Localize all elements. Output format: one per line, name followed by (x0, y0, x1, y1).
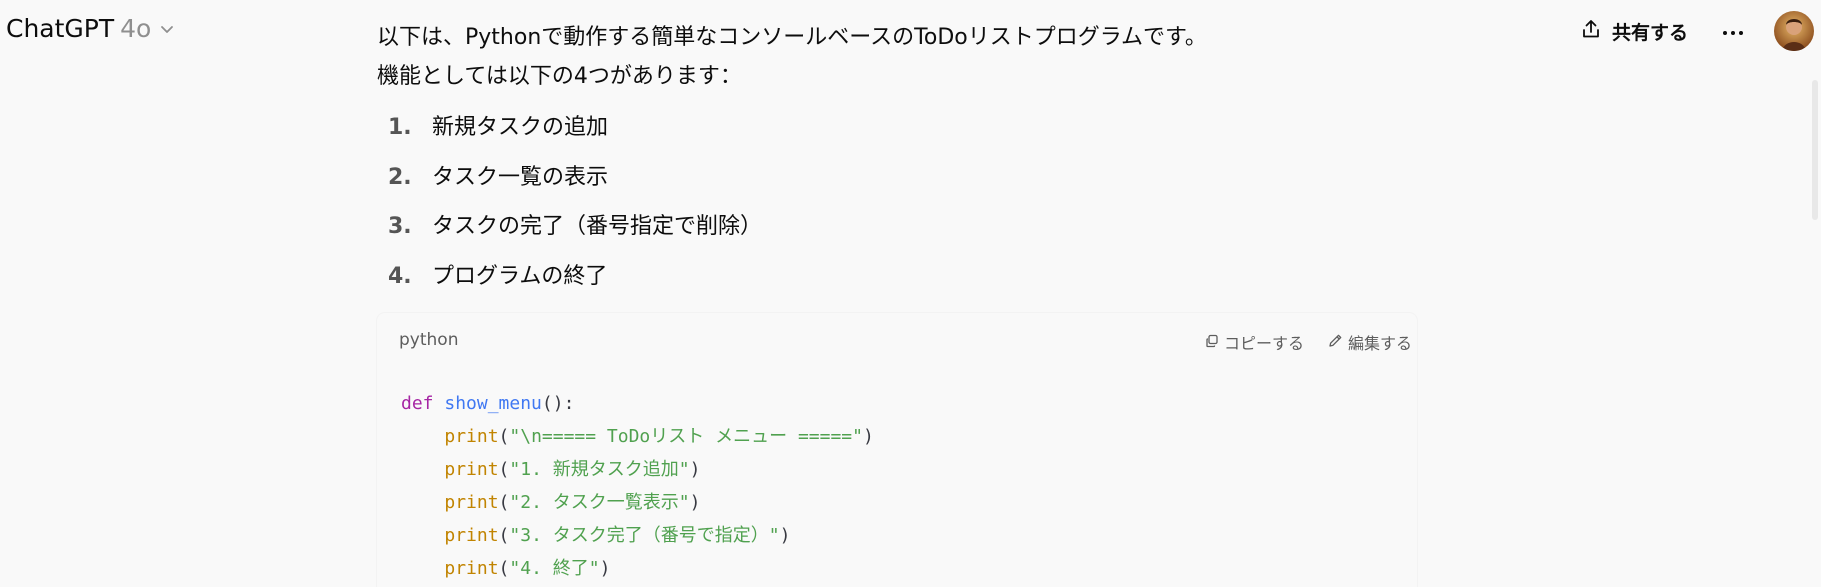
code-keyword: def (401, 393, 434, 414)
edit-label: 編集する (1347, 334, 1412, 353)
code-line: print("1. 新規タスク追加") (401, 453, 874, 486)
code-punctuation: ) (599, 558, 611, 579)
code-actions: コピーする 編集する (1205, 330, 1412, 354)
code-line: print("2. タスク一覧表示") (401, 486, 874, 519)
code-function-name: show_menu (444, 393, 542, 414)
share-label: 共有する (1612, 22, 1689, 44)
list-item: 4. プログラムの終了 (377, 252, 1417, 302)
list-item: 1. 新規タスクの追加 (377, 103, 1417, 153)
chat-page: ChatGPT 4o 共有する 以下は、Pythonで動作する簡単なコンソールベ… (0, 0, 1821, 587)
code-builtin: print (444, 459, 499, 480)
code-string: "4. 終了" (509, 558, 600, 579)
list-item-text: タスクの完了（番号指定で削除） (432, 214, 763, 239)
list-item-text: プログラムの終了 (432, 263, 608, 289)
scrollbar[interactable] (1812, 80, 1818, 220)
list-item-number: 1. (388, 115, 412, 140)
list-item-number: 3. (388, 214, 412, 239)
code-builtin: print (444, 426, 499, 447)
list-item-text: 新規タスクの追加 (432, 115, 609, 140)
code-punctuation: ) (689, 459, 701, 480)
code-string: "2. タスク一覧表示" (509, 492, 690, 513)
code-language-label: python (399, 330, 459, 350)
model-name: ChatGPT (6, 14, 115, 43)
code-builtin: print (444, 492, 499, 513)
code-builtin: print (444, 525, 499, 546)
code-punctuation: ( (498, 459, 510, 480)
code-punctuation: ) (862, 426, 874, 447)
chevron-down-icon (157, 14, 175, 43)
copy-icon (1205, 333, 1219, 352)
features-intro-text: 機能としては以下の4つがあります： (377, 64, 742, 89)
code-line: print("3. タスク完了（番号で指定）") (401, 519, 874, 552)
share-icon (1580, 18, 1602, 45)
code-line: def show_menu(): (401, 387, 874, 420)
model-switcher[interactable]: ChatGPT 4o (6, 14, 175, 43)
more-icon (1722, 21, 1744, 40)
feature-list: 1. 新規タスクの追加 2. タスク一覧の表示 3. タスクの完了（番号指定で削… (377, 103, 1417, 301)
list-item-number: 2. (388, 164, 412, 190)
code-string: "\n===== ToDoリスト メニュー =====" (509, 426, 863, 447)
code-punctuation: ) (689, 492, 701, 513)
list-item: 3. タスクの完了（番号指定で削除） (377, 202, 1417, 252)
code-punctuation: ) (779, 525, 791, 546)
code-punctuation: ( (498, 426, 510, 447)
code-string: "3. タスク完了（番号で指定）" (509, 525, 780, 546)
code-builtin: print (444, 558, 499, 579)
code-line: print("\n===== ToDoリスト メニュー =====") (401, 420, 874, 453)
code-block-header: python コピーする 編集する (377, 313, 1417, 365)
edit-icon (1328, 333, 1343, 352)
code-punctuation: ( (498, 558, 510, 579)
copy-button[interactable]: コピーする (1205, 330, 1304, 354)
code-string: "1. 新規タスク追加" (509, 459, 690, 480)
code-body: def show_menu(): print("\n===== ToDoリスト … (401, 387, 874, 585)
code-punctuation: ( (498, 492, 510, 513)
copy-label: コピーする (1223, 334, 1304, 353)
edit-button[interactable]: 編集する (1328, 330, 1412, 354)
list-item: 2. タスク一覧の表示 (377, 153, 1417, 203)
intro-text: 以下は、Pythonで動作する簡単なコンソールベースのToDoリストプログラムで… (377, 25, 1207, 50)
code-punctuation: (): (541, 393, 575, 414)
code-block: python コピーする 編集する def show_menu(): print… (377, 313, 1417, 587)
list-item-text: タスク一覧の表示 (432, 164, 609, 190)
share-button[interactable]: 共有する (1580, 18, 1688, 45)
assistant-message: 以下は、Pythonで動作する簡単なコンソールベースのToDoリストプログラムで… (377, 18, 1417, 301)
code-punctuation: ( (498, 525, 510, 546)
more-button[interactable] (1720, 16, 1746, 44)
model-version: 4o (120, 14, 152, 43)
avatar[interactable] (1774, 11, 1814, 51)
code-line: print("4. 終了") (401, 552, 874, 585)
list-item-number: 4. (388, 263, 412, 289)
